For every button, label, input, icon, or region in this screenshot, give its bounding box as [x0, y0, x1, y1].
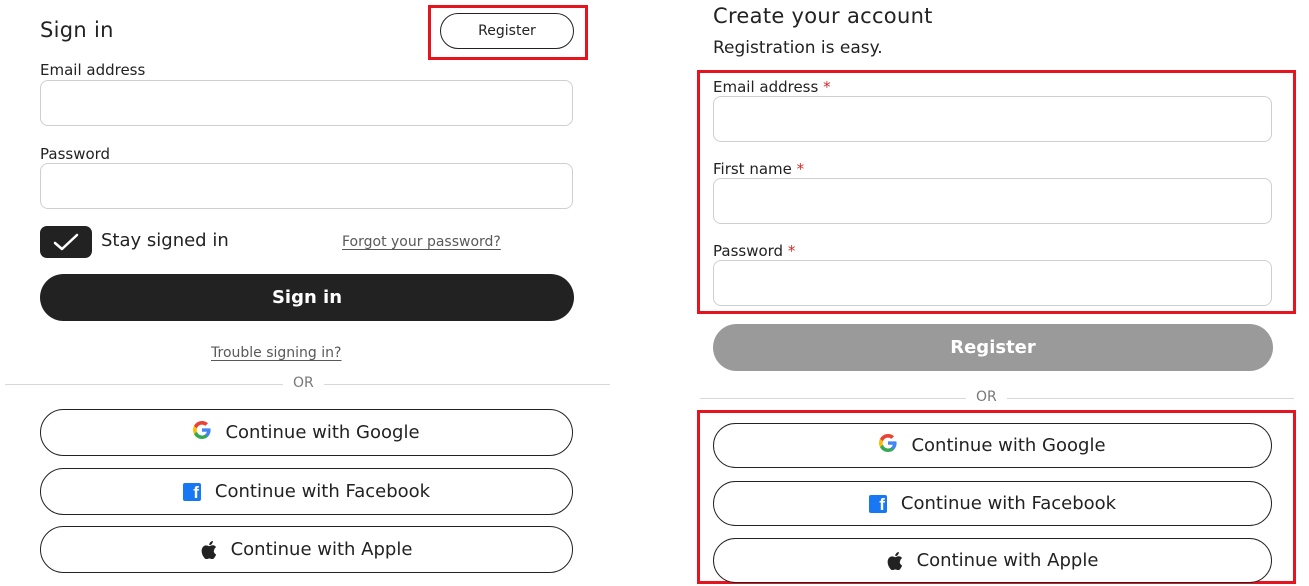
continue-facebook-label: Continue with Facebook [214, 481, 431, 502]
email-input[interactable] [40, 80, 573, 126]
signin-title: Sign in [40, 18, 114, 42]
first-name-input[interactable] [713, 178, 1272, 224]
register-submit-button[interactable]: Register [713, 324, 1273, 371]
apple-icon [887, 551, 902, 570]
stay-signed-in-label: Stay signed in [101, 230, 229, 251]
or-label: OR [283, 375, 324, 391]
trouble-signing-in-link[interactable]: Trouble signing in? [211, 345, 341, 361]
signin-button[interactable]: Sign in [40, 274, 574, 321]
register-or-label: OR [966, 389, 1007, 405]
checkmark-icon [53, 233, 79, 251]
facebook-icon: f [182, 482, 201, 501]
required-marker: * [796, 160, 805, 178]
register-password-input[interactable] [713, 260, 1272, 306]
register-continue-facebook-label: Continue with Facebook [900, 493, 1117, 514]
email-label: Email address [40, 61, 146, 79]
forgot-password-link[interactable]: Forgot your password? [342, 234, 501, 250]
password-label: Password [40, 145, 111, 163]
continue-google-label: Continue with Google [225, 422, 420, 443]
continue-apple-button[interactable]: Continue with Apple [40, 526, 573, 573]
continue-facebook-button[interactable]: f Continue with Facebook [40, 468, 573, 515]
register-email-label: Email address * [713, 78, 831, 96]
password-input[interactable] [40, 163, 573, 209]
register-password-label: Password * [713, 242, 796, 260]
stay-signed-in-checkbox[interactable] [40, 226, 92, 258]
continue-apple-label: Continue with Apple [230, 539, 413, 560]
register-continue-google-label: Continue with Google [911, 435, 1106, 456]
register-continue-google-button[interactable]: Continue with Google [713, 423, 1272, 468]
required-marker: * [787, 242, 796, 260]
register-email-input[interactable] [713, 96, 1272, 142]
register-continue-facebook-button[interactable]: f Continue with Facebook [713, 481, 1272, 526]
facebook-icon: f [868, 494, 887, 513]
continue-google-button[interactable]: Continue with Google [40, 409, 573, 456]
register-title: Create your account [713, 4, 933, 28]
register-continue-apple-button[interactable]: Continue with Apple [713, 538, 1272, 583]
google-icon [193, 421, 212, 444]
register-subtitle: Registration is easy. [713, 38, 883, 58]
google-icon [879, 434, 898, 457]
register-continue-apple-label: Continue with Apple [916, 550, 1099, 571]
register-button[interactable]: Register [440, 13, 574, 49]
required-marker: * [823, 78, 831, 96]
first-name-label: First name * [713, 160, 805, 178]
apple-icon [201, 540, 216, 559]
